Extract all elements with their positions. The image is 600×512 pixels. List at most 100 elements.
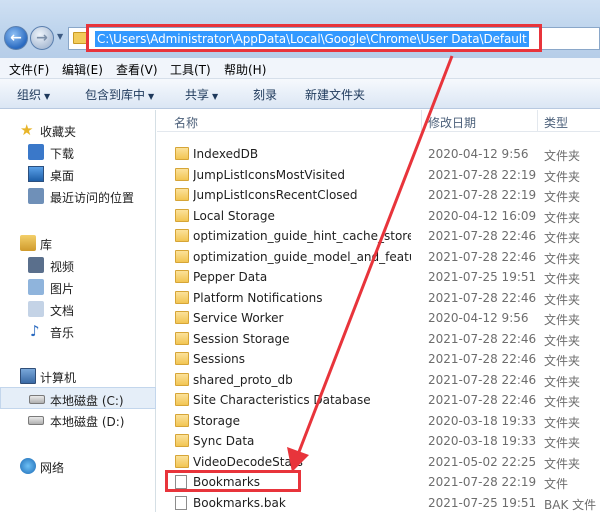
file-type: 文件 <box>544 477 569 491</box>
folder-icon <box>175 270 189 283</box>
new-folder-button[interactable]: 新建文件夹 <box>305 86 365 103</box>
folder-icon <box>175 167 189 181</box>
nav-pictures[interactable]: 图片 <box>0 276 156 298</box>
menu-bar: 文件(F) 编辑(E) 查看(V) 工具(T) 帮助(H) <box>0 58 600 79</box>
burn-button[interactable]: 刻录 <box>253 86 277 103</box>
chevron-down-icon: ▼ <box>212 92 219 101</box>
file-type: 文件夹 <box>544 272 581 286</box>
file-date: 2021-07-28 22:46 <box>428 249 537 264</box>
file-date: 2021-07-28 22:46 <box>428 393 537 407</box>
nav-network[interactable]: 网络 <box>0 455 156 477</box>
folder-icon <box>175 249 189 263</box>
folder-row[interactable]: optimization_guide_model_and_featu... 202… <box>157 247 600 267</box>
column-header-type[interactable]: 类型 <box>544 114 568 131</box>
navigation-pane: ★ 收藏夹 下载 桌面 最近访问的位置 库 视频 图片 文档 ♪ 音乐 计算机 … <box>0 110 156 512</box>
bookmarks-highlight-box <box>165 470 301 492</box>
folder-row[interactable]: shared_proto_db 2021-07-28 22:46 文件夹 <box>157 370 600 390</box>
file-name: Sessions <box>193 352 246 366</box>
organize-label: 组织 <box>17 88 42 102</box>
menu-help[interactable]: 帮助(H) <box>224 61 266 78</box>
folder-row[interactable]: JumpListIconsRecentClosed 2021-07-28 22:1… <box>157 185 600 205</box>
forward-button[interactable]: → <box>30 26 54 50</box>
share-button[interactable]: 共享 ▼ <box>185 86 218 103</box>
file-name: Pepper Data <box>193 270 268 284</box>
file-list-pane: 名称 修改日期 类型 IndexedDB 2020-04-12 9:56 文件夹 Ju… <box>157 110 600 512</box>
nav-label: 图片 <box>50 282 75 296</box>
column-divider[interactable] <box>421 110 422 132</box>
file-type: 文件夹 <box>544 374 581 389</box>
folder-row[interactable]: Pepper Data 2021-07-25 19:51 文件夹 <box>157 267 600 287</box>
file-row[interactable]: Bookmarks.bak 2021-07-25 19:51 BAK 文件 <box>157 493 600 512</box>
column-header-date[interactable]: 修改日期 <box>428 114 476 131</box>
nav-music[interactable]: ♪ 音乐 <box>0 320 156 342</box>
menu-view[interactable]: 查看(V) <box>116 61 158 78</box>
nav-label: 音乐 <box>50 326 75 340</box>
video-icon <box>28 257 44 273</box>
music-note-icon: ♪ <box>30 322 40 340</box>
file-date: 2020-03-18 19:33 <box>428 434 537 448</box>
nav-libraries[interactable]: 库 <box>0 232 156 254</box>
file-name: Bookmarks.bak <box>193 495 286 510</box>
nav-documents[interactable]: 文档 <box>0 298 156 320</box>
folder-row[interactable]: Sync Data 2020-03-18 19:33 文件夹 <box>157 431 600 451</box>
include-in-library-button[interactable]: 包含到库中 ▼ <box>85 86 154 103</box>
include-label: 包含到库中 <box>85 88 146 102</box>
nav-recent[interactable]: 最近访问的位置 <box>0 185 156 207</box>
menu-tools[interactable]: 工具(T) <box>170 61 211 78</box>
folder-icon <box>175 147 189 160</box>
folder-icon <box>175 434 189 447</box>
back-arrow-icon: ← <box>10 30 22 46</box>
folder-row[interactable]: IndexedDB 2020-04-12 9:56 文件夹 <box>157 144 600 164</box>
nav-label: 最近访问的位置 <box>50 191 135 205</box>
nav-disk-c[interactable]: 本地磁盘 (C:) <box>0 387 156 409</box>
recent-places-icon <box>28 188 44 204</box>
back-button[interactable]: ← <box>4 26 28 50</box>
folder-icon <box>175 290 189 304</box>
file-name: optimization_guide_hint_cache_store <box>193 229 411 243</box>
command-toolbar: 组织 ▼ 包含到库中 ▼ 共享 ▼ 刻录 新建文件夹 <box>0 79 600 109</box>
file-type: 文件夹 <box>544 210 581 225</box>
file-date: 2021-07-25 19:51 <box>428 495 537 510</box>
column-header-name[interactable]: 名称 <box>174 114 198 131</box>
folder-icon <box>175 331 189 345</box>
folder-row[interactable]: VideoDecodeStats 2021-05-02 22:25 文件夹 <box>157 452 600 472</box>
nav-videos[interactable]: 视频 <box>0 254 156 276</box>
folder-row[interactable]: JumpListIconsMostVisited 2021-07-28 22:19… <box>157 165 600 185</box>
menu-file[interactable]: 文件(F) <box>9 61 49 78</box>
documents-icon <box>28 301 44 317</box>
folder-row[interactable]: Sessions 2021-07-28 22:46 文件夹 <box>157 349 600 369</box>
folder-row[interactable]: optimization_guide_hint_cache_store 2021-… <box>157 226 600 246</box>
nav-label: 视频 <box>50 260 75 274</box>
menu-edit[interactable]: 编辑(E) <box>62 61 103 78</box>
folder-icon <box>175 229 189 242</box>
star-icon: ★ <box>20 121 34 139</box>
folder-icon <box>175 393 189 406</box>
nav-computer[interactable]: 计算机 <box>0 365 156 387</box>
file-type: 文件夹 <box>544 456 581 471</box>
file-date: 2021-07-25 19:51 <box>428 270 537 284</box>
nav-disk-d[interactable]: 本地磁盘 (D:) <box>0 409 156 431</box>
file-type: 文件夹 <box>544 169 581 184</box>
nav-favorites[interactable]: ★ 收藏夹 <box>0 119 156 141</box>
folder-row[interactable]: Session Storage 2021-07-28 22:46 文件夹 <box>157 329 600 349</box>
folder-row[interactable]: Platform Notifications 2021-07-28 22:46 文件… <box>157 288 600 308</box>
folder-row[interactable]: Local Storage 2020-04-12 16:09 文件夹 <box>157 206 600 226</box>
nav-desktop[interactable]: 桌面 <box>0 163 156 185</box>
folder-icon <box>73 32 87 44</box>
folder-row[interactable]: Site Characteristics Database 2021-07-28 … <box>157 390 600 410</box>
column-divider[interactable] <box>537 110 538 132</box>
history-dropdown-icon[interactable]: ▼ <box>57 32 63 41</box>
file-type: 文件夹 <box>544 436 581 450</box>
organize-button[interactable]: 组织 ▼ <box>17 86 50 103</box>
forward-arrow-icon: → <box>36 30 48 46</box>
file-date: 2020-04-12 9:56 <box>428 311 529 325</box>
address-highlight-box <box>86 24 542 52</box>
folder-row[interactable]: Service Worker 2020-04-12 9:56 文件夹 <box>157 308 600 328</box>
nav-downloads[interactable]: 下载 <box>0 141 156 163</box>
file-name: Site Characteristics Database <box>193 393 371 407</box>
file-type: 文件夹 <box>544 231 581 245</box>
nav-label: 收藏夹 <box>40 125 77 139</box>
file-type: 文件夹 <box>544 190 581 204</box>
folder-row[interactable]: Storage 2020-03-18 19:33 文件夹 <box>157 411 600 431</box>
nav-label: 库 <box>40 238 53 252</box>
